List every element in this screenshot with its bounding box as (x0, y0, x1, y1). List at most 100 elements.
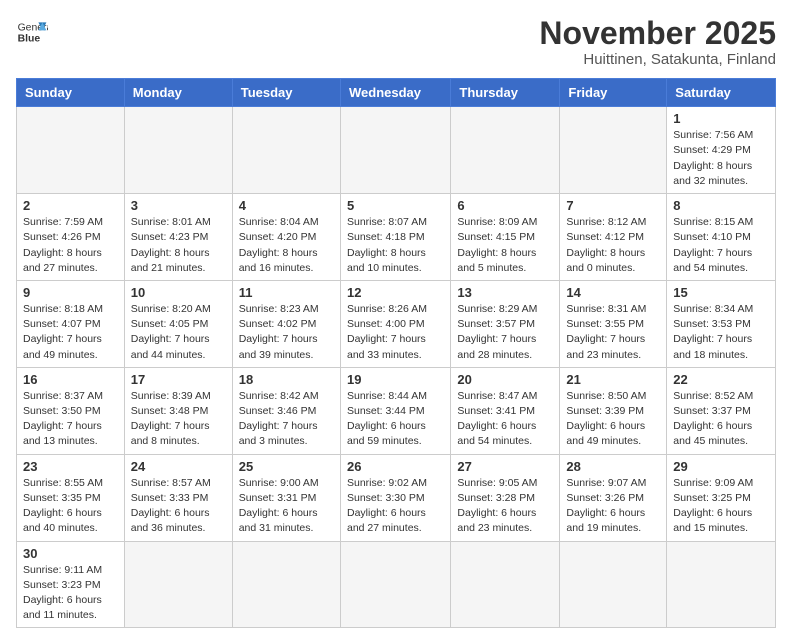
day-info: Sunrise: 9:11 AM Sunset: 3:23 PM Dayligh… (23, 563, 118, 624)
calendar-cell: 13 Sunrise: 8:29 AM Sunset: 3:57 PM Dayli… (451, 280, 560, 367)
day-number: 12 (347, 285, 444, 300)
calendar-cell: 2 Sunrise: 7:59 AM Sunset: 4:26 PM Daylig… (17, 194, 125, 281)
day-info: Sunrise: 7:56 AM Sunset: 4:29 PM Dayligh… (673, 128, 769, 189)
day-info: Sunrise: 8:37 AM Sunset: 3:50 PM Dayligh… (23, 389, 118, 450)
day-info: Sunrise: 9:07 AM Sunset: 3:26 PM Dayligh… (566, 476, 660, 537)
day-info: Sunrise: 8:34 AM Sunset: 3:53 PM Dayligh… (673, 302, 769, 363)
calendar-table: SundayMondayTuesdayWednesdayThursdayFrid… (16, 78, 776, 628)
day-info: Sunrise: 8:39 AM Sunset: 3:48 PM Dayligh… (131, 389, 226, 450)
day-info: Sunrise: 8:50 AM Sunset: 3:39 PM Dayligh… (566, 389, 660, 450)
calendar-cell (560, 541, 667, 628)
day-number: 5 (347, 198, 444, 213)
location: Huittinen, Satakunta, Finland (539, 51, 776, 68)
day-number: 13 (457, 285, 553, 300)
calendar-cell (340, 541, 450, 628)
logo: General Blue (16, 16, 48, 48)
day-number: 28 (566, 459, 660, 474)
calendar-cell: 8Sunrise: 8:15 AM Sunset: 4:10 PM Daylig… (667, 194, 776, 281)
day-info: Sunrise: 8:23 AM Sunset: 4:02 PM Dayligh… (239, 302, 334, 363)
day-number: 4 (239, 198, 334, 213)
day-number: 2 (23, 198, 118, 213)
day-number: 15 (673, 285, 769, 300)
day-info: Sunrise: 7:59 AM Sunset: 4:26 PM Dayligh… (23, 215, 118, 276)
calendar-cell: 24 Sunrise: 8:57 AM Sunset: 3:33 PM Dayli… (124, 454, 232, 541)
day-info: Sunrise: 9:00 AM Sunset: 3:31 PM Dayligh… (239, 476, 334, 537)
calendar-cell: 4 Sunrise: 8:04 AM Sunset: 4:20 PM Daylig… (232, 194, 340, 281)
calendar-cell: 30Sunrise: 9:11 AM Sunset: 3:23 PM Dayli… (17, 541, 125, 628)
svg-text:Blue: Blue (18, 34, 41, 45)
day-number: 16 (23, 372, 118, 387)
day-number: 24 (131, 459, 226, 474)
day-info: Sunrise: 8:57 AM Sunset: 3:33 PM Dayligh… (131, 476, 226, 537)
day-info: Sunrise: 8:55 AM Sunset: 3:35 PM Dayligh… (23, 476, 118, 537)
day-info: Sunrise: 8:26 AM Sunset: 4:00 PM Dayligh… (347, 302, 444, 363)
calendar-cell: 21 Sunrise: 8:50 AM Sunset: 3:39 PM Dayli… (560, 367, 667, 454)
calendar-cell (451, 541, 560, 628)
day-number: 25 (239, 459, 334, 474)
day-number: 21 (566, 372, 660, 387)
day-number: 19 (347, 372, 444, 387)
weekday-header-friday: Friday (560, 79, 667, 107)
calendar-cell: 20Sunrise: 8:47 AM Sunset: 3:41 PM Dayli… (451, 367, 560, 454)
day-info: Sunrise: 8:12 AM Sunset: 4:12 PM Dayligh… (566, 215, 660, 276)
day-number: 6 (457, 198, 553, 213)
day-info: Sunrise: 8:04 AM Sunset: 4:20 PM Dayligh… (239, 215, 334, 276)
day-number: 10 (131, 285, 226, 300)
day-info: Sunrise: 8:07 AM Sunset: 4:18 PM Dayligh… (347, 215, 444, 276)
day-info: Sunrise: 8:44 AM Sunset: 3:44 PM Dayligh… (347, 389, 444, 450)
day-number: 26 (347, 459, 444, 474)
calendar-cell: 11 Sunrise: 8:23 AM Sunset: 4:02 PM Dayli… (232, 280, 340, 367)
day-info: Sunrise: 8:18 AM Sunset: 4:07 PM Dayligh… (23, 302, 118, 363)
weekday-header-monday: Monday (124, 79, 232, 107)
calendar-cell: 15 Sunrise: 8:34 AM Sunset: 3:53 PM Dayli… (667, 280, 776, 367)
day-number: 1 (673, 111, 769, 126)
day-number: 22 (673, 372, 769, 387)
calendar-cell: 18 Sunrise: 8:42 AM Sunset: 3:46 PM Dayli… (232, 367, 340, 454)
day-info: Sunrise: 8:52 AM Sunset: 3:37 PM Dayligh… (673, 389, 769, 450)
day-info: Sunrise: 8:01 AM Sunset: 4:23 PM Dayligh… (131, 215, 226, 276)
day-number: 7 (566, 198, 660, 213)
calendar-cell: 23Sunrise: 8:55 AM Sunset: 3:35 PM Dayli… (17, 454, 125, 541)
day-number: 17 (131, 372, 226, 387)
day-number: 11 (239, 285, 334, 300)
calendar-cell: 16 Sunrise: 8:37 AM Sunset: 3:50 PM Dayli… (17, 367, 125, 454)
calendar-cell (124, 541, 232, 628)
calendar-cell: 14Sunrise: 8:31 AM Sunset: 3:55 PM Dayli… (560, 280, 667, 367)
calendar-cell (232, 107, 340, 194)
month-title: November 2025 (539, 16, 776, 51)
day-info: Sunrise: 9:02 AM Sunset: 3:30 PM Dayligh… (347, 476, 444, 537)
calendar-cell (340, 107, 450, 194)
weekday-header-thursday: Thursday (451, 79, 560, 107)
day-info: Sunrise: 8:29 AM Sunset: 3:57 PM Dayligh… (457, 302, 553, 363)
day-number: 18 (239, 372, 334, 387)
calendar-cell (560, 107, 667, 194)
calendar-cell: 29Sunrise: 9:09 AM Sunset: 3:25 PM Dayli… (667, 454, 776, 541)
calendar-cell: 5 Sunrise: 8:07 AM Sunset: 4:18 PM Daylig… (340, 194, 450, 281)
weekday-header-saturday: Saturday (667, 79, 776, 107)
day-info: Sunrise: 8:42 AM Sunset: 3:46 PM Dayligh… (239, 389, 334, 450)
day-number: 27 (457, 459, 553, 474)
day-info: Sunrise: 8:15 AM Sunset: 4:10 PM Dayligh… (673, 215, 769, 276)
calendar-cell: 26 Sunrise: 9:02 AM Sunset: 3:30 PM Dayli… (340, 454, 450, 541)
day-info: Sunrise: 9:05 AM Sunset: 3:28 PM Dayligh… (457, 476, 553, 537)
day-info: Sunrise: 9:09 AM Sunset: 3:25 PM Dayligh… (673, 476, 769, 537)
calendar-cell: 1 Sunrise: 7:56 AM Sunset: 4:29 PM Daylig… (667, 107, 776, 194)
calendar-cell: 9 Sunrise: 8:18 AM Sunset: 4:07 PM Daylig… (17, 280, 125, 367)
calendar-cell (232, 541, 340, 628)
weekday-header-wednesday: Wednesday (340, 79, 450, 107)
page-header: General Blue November 2025 Huittinen, Sa… (16, 16, 776, 68)
calendar-cell (667, 541, 776, 628)
calendar-cell: 6 Sunrise: 8:09 AM Sunset: 4:15 PM Daylig… (451, 194, 560, 281)
day-number: 20 (457, 372, 553, 387)
calendar-cell: 10Sunrise: 8:20 AM Sunset: 4:05 PM Dayli… (124, 280, 232, 367)
title-section: November 2025 Huittinen, Satakunta, Finl… (539, 16, 776, 68)
calendar-cell (17, 107, 125, 194)
day-info: Sunrise: 8:31 AM Sunset: 3:55 PM Dayligh… (566, 302, 660, 363)
day-number: 9 (23, 285, 118, 300)
weekday-header-tuesday: Tuesday (232, 79, 340, 107)
calendar-cell: 7 Sunrise: 8:12 AM Sunset: 4:12 PM Daylig… (560, 194, 667, 281)
calendar-cell: 19 Sunrise: 8:44 AM Sunset: 3:44 PM Dayli… (340, 367, 450, 454)
logo-icon: General Blue (16, 16, 48, 48)
calendar-cell: 25 Sunrise: 9:00 AM Sunset: 3:31 PM Dayli… (232, 454, 340, 541)
day-info: Sunrise: 8:09 AM Sunset: 4:15 PM Dayligh… (457, 215, 553, 276)
